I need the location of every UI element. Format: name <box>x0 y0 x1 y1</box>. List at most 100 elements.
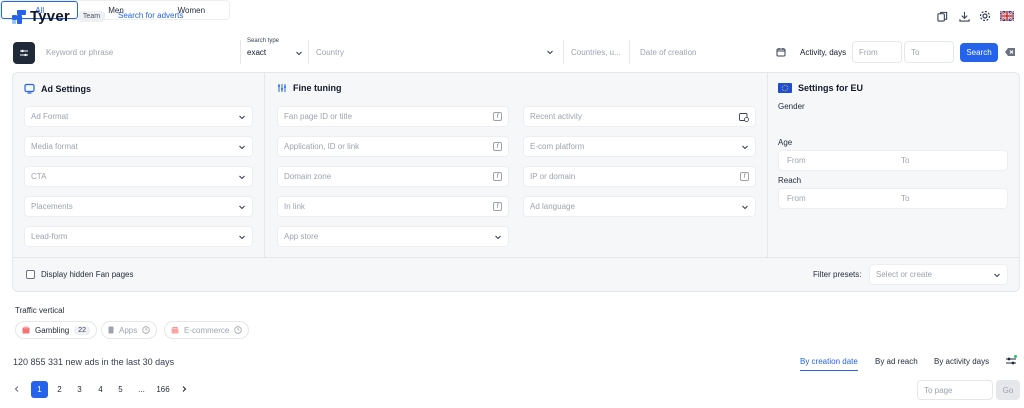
chevron-down-icon <box>994 273 1000 277</box>
sort-by-creation-date[interactable]: By creation date <box>800 357 858 371</box>
page-4[interactable]: 4 <box>92 381 109 398</box>
hidden-fan-pages-label: Display hidden Fan pages <box>41 270 134 279</box>
chevron-down-icon <box>239 175 245 179</box>
chevron-down-icon <box>239 235 245 239</box>
media-format-label: Media format <box>31 142 78 151</box>
calendar-clock-icon <box>739 112 749 122</box>
traffic-vertical-label: Traffic vertical <box>15 306 65 315</box>
ad-language-label: Ad language <box>530 202 575 211</box>
logo-icon <box>12 9 26 24</box>
team-badge: Team <box>77 11 106 22</box>
filter-toggle-button[interactable] <box>13 42 35 64</box>
clear-icon[interactable] <box>1005 47 1016 59</box>
reach-to-input[interactable]: To <box>893 194 1007 203</box>
logo[interactable]: Tyver Team <box>12 8 106 25</box>
go-button[interactable]: Go <box>996 380 1020 400</box>
to-page-input[interactable]: To page <box>917 380 993 400</box>
cta-select[interactable]: CTA <box>24 166 253 187</box>
app-store-select[interactable]: App store <box>277 226 509 247</box>
search-adverts-link[interactable]: Search for adverts <box>118 11 183 20</box>
dice-icon <box>22 326 30 334</box>
chevron-down-icon <box>296 51 302 55</box>
chevron-down-icon <box>742 145 748 149</box>
chevron-down-icon <box>239 145 245 149</box>
hidden-fan-pages-checkbox[interactable] <box>26 270 35 279</box>
clock-icon <box>234 326 243 334</box>
gender-label: Gender <box>778 102 805 111</box>
country-placeholder: Country <box>316 47 345 57</box>
uk-flag-icon[interactable] <box>1000 9 1014 23</box>
page-1[interactable]: 1 <box>31 381 48 398</box>
recent-activity-label: Recent activity <box>530 112 583 121</box>
countries-input[interactable]: Countries, u... <box>565 41 627 63</box>
page-ellipsis: ... <box>138 385 145 394</box>
domain-zone-label: Domain zone <box>284 172 332 181</box>
eu-settings-title: Settings for EU <box>778 83 863 93</box>
in-link-input[interactable]: In link f <box>277 196 509 217</box>
chevron-down-icon <box>239 115 245 119</box>
keyword-input[interactable]: Keyword or phrase <box>40 41 238 63</box>
ip-domain-label: IP or domain <box>530 172 576 181</box>
eu-settings-title-text: Settings for EU <box>798 83 864 93</box>
chip-apps[interactable]: Apps <box>101 321 158 339</box>
search-type-select[interactable]: exact <box>247 48 303 57</box>
lead-form-select[interactable]: Lead-form <box>24 226 253 247</box>
placements-label: Placements <box>31 202 73 211</box>
media-format-select[interactable]: Media format <box>24 136 253 157</box>
sort-settings-icon[interactable] <box>1005 355 1017 369</box>
logo-text: Tyver <box>30 8 70 25</box>
age-to-input[interactable]: To <box>893 156 1007 165</box>
reach-range: From To <box>778 188 1008 209</box>
phone-icon <box>108 326 114 334</box>
application-input[interactable]: Application, ID or link f <box>277 136 509 157</box>
search-button[interactable]: Search <box>960 43 998 62</box>
recent-activity-input[interactable]: Recent activity <box>523 106 756 127</box>
page-2[interactable]: 2 <box>51 381 68 398</box>
copy-icon[interactable] <box>935 9 949 23</box>
ad-language-select[interactable]: Ad language <box>523 196 756 217</box>
chip-gambling-count: 22 <box>74 325 91 335</box>
ecom-platform-select[interactable]: E-com platform <box>523 136 756 157</box>
fine-tuning-title: Fine tuning <box>277 83 342 93</box>
filter-presets-placeholder: Select or create <box>876 270 933 279</box>
f-icon: f <box>740 172 749 181</box>
gear-icon[interactable] <box>978 9 992 23</box>
page-last[interactable]: 166 <box>153 381 173 398</box>
prev-page-icon[interactable] <box>13 385 21 395</box>
sort-by-activity-days[interactable]: By activity days <box>934 357 989 366</box>
page-3[interactable]: 3 <box>71 381 88 398</box>
page-5[interactable]: 5 <box>112 381 129 398</box>
placements-select[interactable]: Placements <box>24 196 253 217</box>
ad-settings-title-text: Ad Settings <box>41 83 92 94</box>
next-page-icon[interactable] <box>180 385 188 395</box>
activity-days-label: Activity, days <box>800 48 847 57</box>
fan-page-label: Fan page ID or title <box>284 112 353 121</box>
ecom-platform-label: E-com platform <box>530 142 585 151</box>
filter-presets-label: Filter presets: <box>813 270 862 279</box>
eu-flag-icon <box>778 83 792 93</box>
activity-to-input[interactable]: To <box>904 41 954 63</box>
activity-from-input[interactable]: From <box>852 41 902 63</box>
domain-zone-input[interactable]: Domain zone f <box>277 166 509 187</box>
age-from-input[interactable]: From <box>779 156 893 165</box>
sort-by-ad-reach[interactable]: By ad reach <box>875 357 918 366</box>
lead-form-label: Lead-form <box>31 232 68 241</box>
age-range: From To <box>778 150 1008 171</box>
chip-gambling[interactable]: Gambling 22 <box>15 321 98 339</box>
chip-ecommerce[interactable]: E-commerce <box>164 321 250 339</box>
download-icon[interactable] <box>957 9 971 23</box>
f-icon: f <box>493 112 502 121</box>
date-of-creation-input[interactable]: Date of creation <box>634 41 792 63</box>
country-select[interactable]: Country <box>310 41 560 63</box>
app-store-label: App store <box>284 232 319 241</box>
date-placeholder: Date of creation <box>640 47 697 57</box>
filter-presets-select[interactable]: Select or create <box>869 264 1008 285</box>
reach-from-input[interactable]: From <box>779 194 893 203</box>
calendar-icon <box>776 48 786 57</box>
ip-domain-input[interactable]: IP or domain f <box>523 166 756 187</box>
monitor-icon <box>24 83 35 94</box>
hidden-fan-pages-toggle[interactable]: Display hidden Fan pages <box>26 270 134 279</box>
fan-page-input[interactable]: Fan page ID or title f <box>277 106 509 127</box>
ad-format-select[interactable]: Ad Format <box>24 106 253 127</box>
ad-settings-title: Ad Settings <box>24 83 91 94</box>
